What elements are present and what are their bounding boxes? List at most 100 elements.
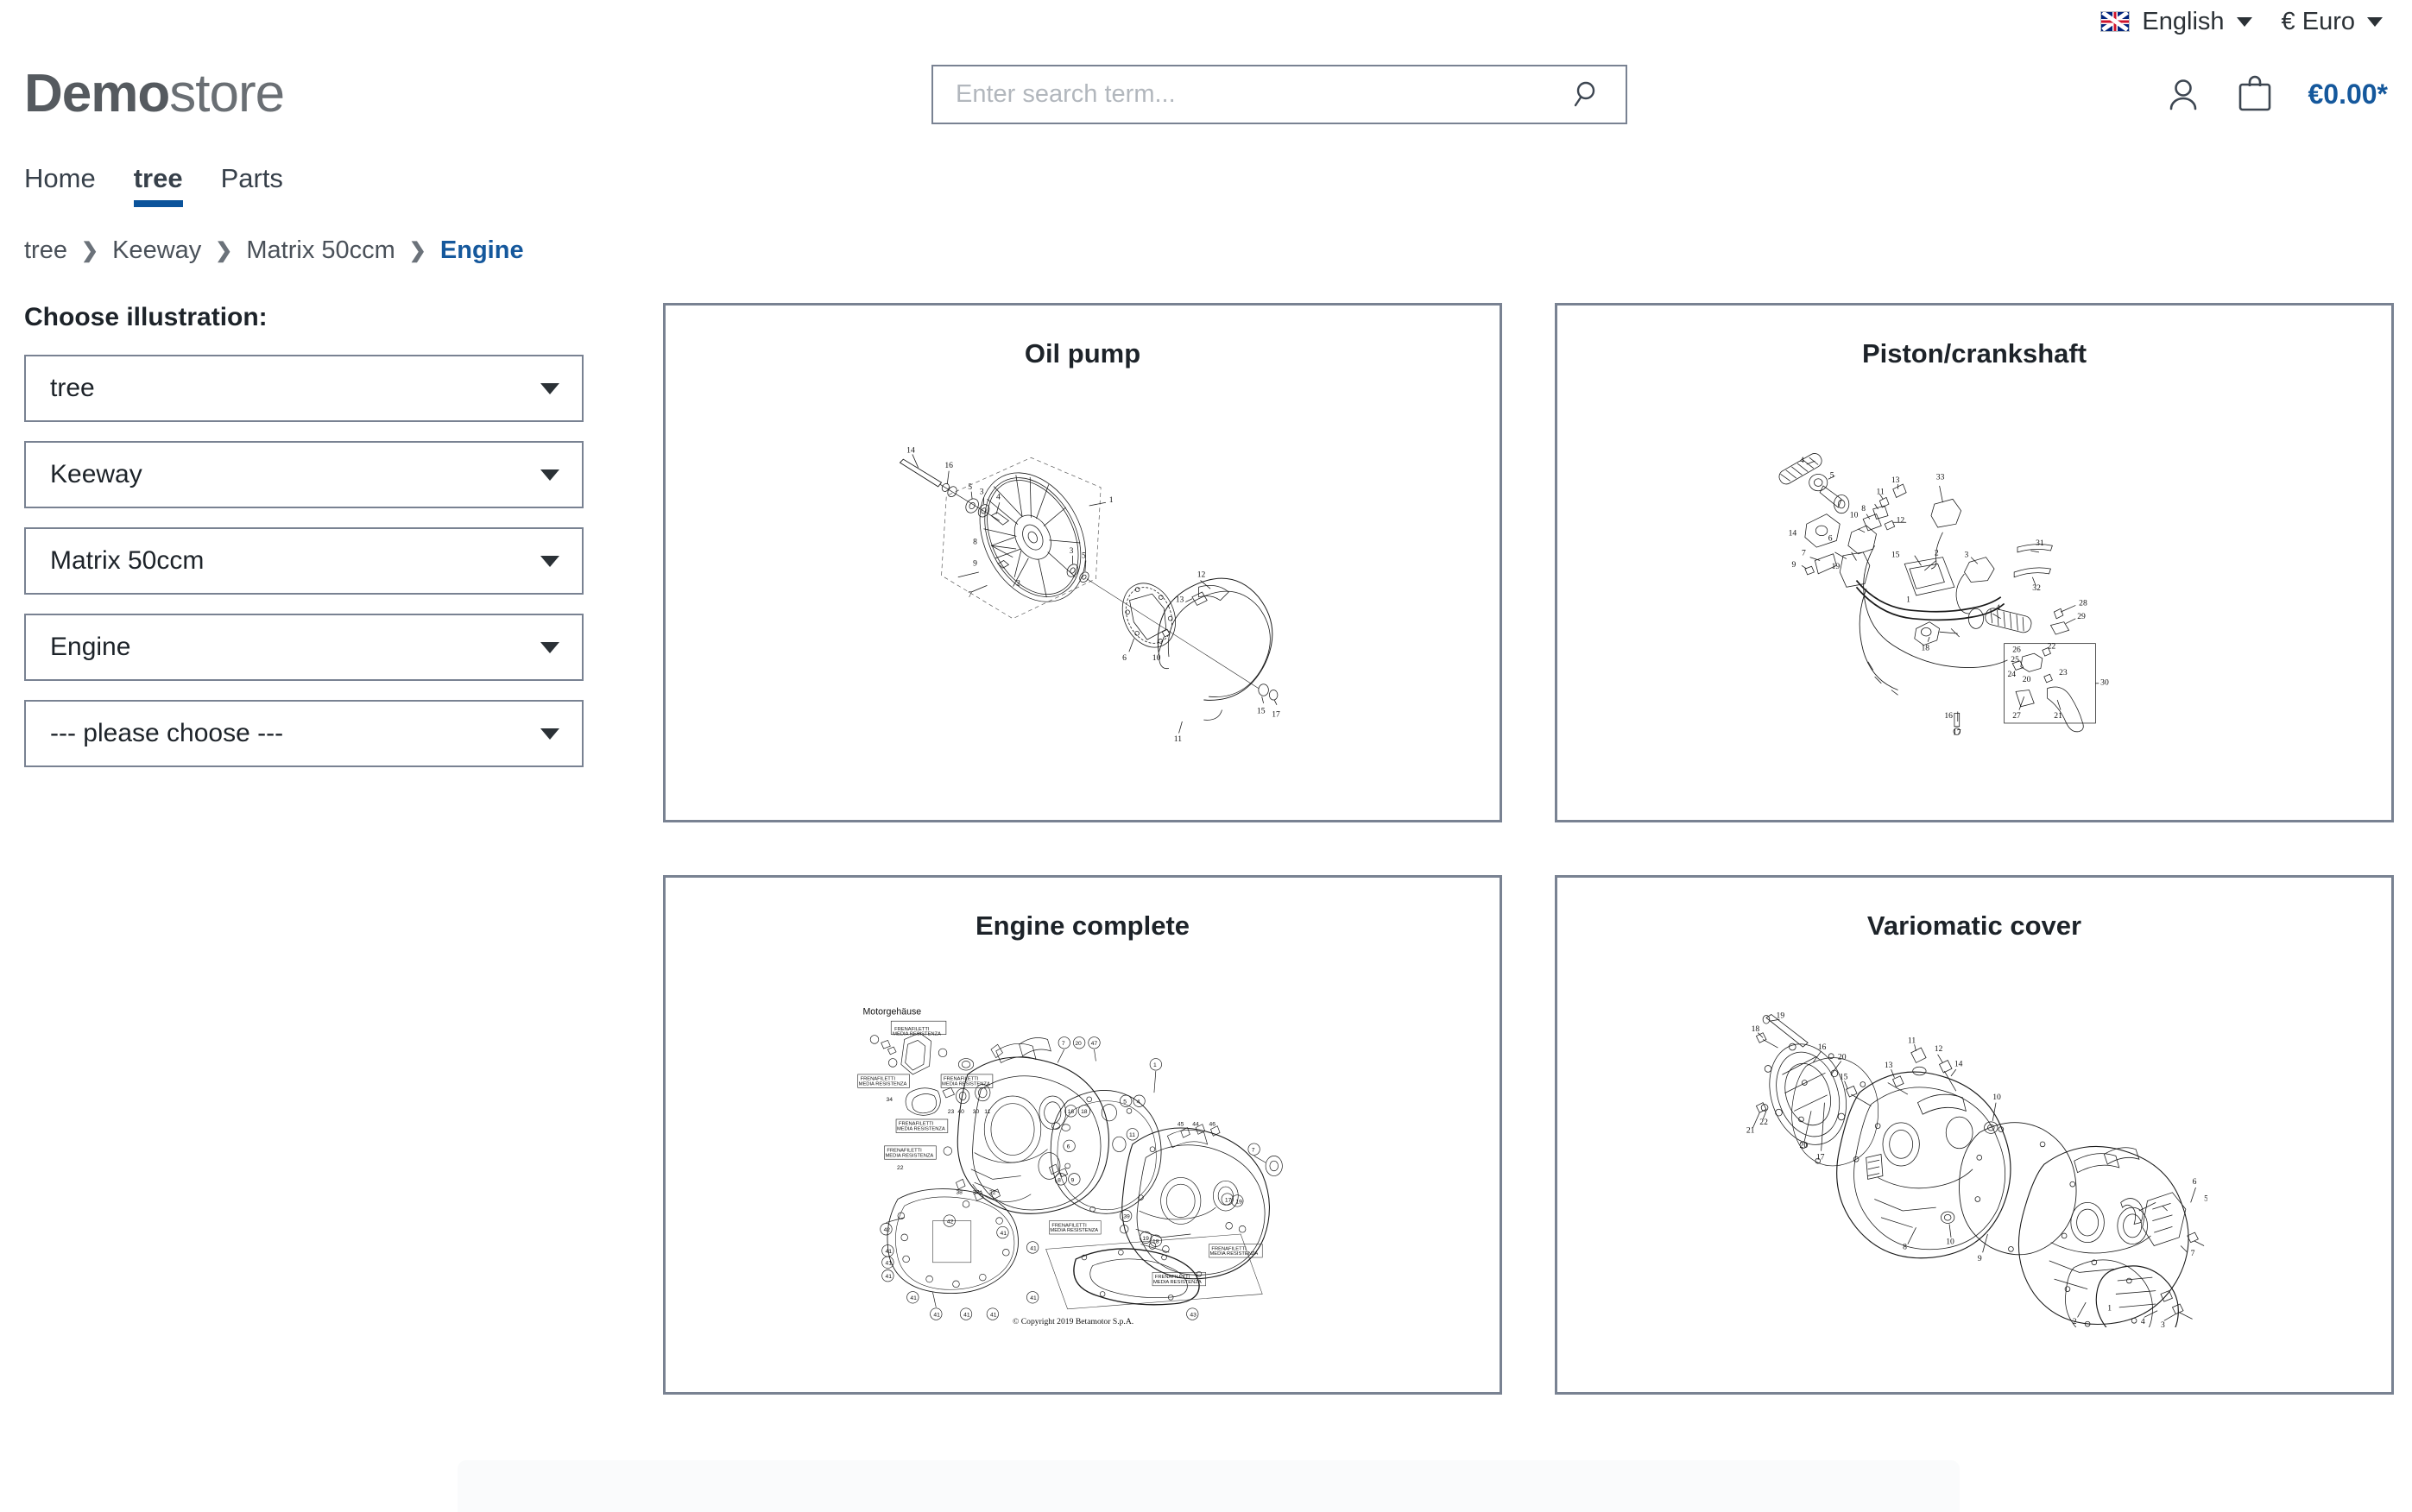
svg-text:MEDIA RESISTENZA: MEDIA RESISTENZA <box>893 1032 941 1037</box>
main-content: Choose illustration: tree Keeway Matrix … <box>0 265 2412 1395</box>
svg-text:45: 45 <box>1178 1122 1184 1128</box>
svg-text:15: 15 <box>1257 706 1266 715</box>
svg-text:5: 5 <box>2204 1194 2207 1203</box>
svg-text:47: 47 <box>1091 1041 1098 1047</box>
svg-text:21: 21 <box>1746 1125 1755 1135</box>
svg-text:23: 23 <box>948 1109 955 1115</box>
user-icon[interactable] <box>2164 75 2202 113</box>
breadcrumb: tree ❯ Keeway ❯ Matrix 50ccm ❯ Engine <box>0 207 2412 265</box>
card-title-variomatic-cover: Variomatic cover <box>1866 910 2082 941</box>
site-header: Demostore €0.00* <box>0 43 2412 145</box>
svg-text:11: 11 <box>1174 734 1182 744</box>
breadcrumb-item-matrix[interactable]: Matrix 50ccm <box>246 236 395 265</box>
svg-text:MEDIA RESISTENZA: MEDIA RESISTENZA <box>1153 1280 1202 1285</box>
svg-text:41: 41 <box>1030 1295 1037 1301</box>
svg-text:9: 9 <box>1071 1177 1075 1183</box>
svg-text:44: 44 <box>1192 1122 1199 1128</box>
svg-text:7: 7 <box>1062 1041 1065 1047</box>
svg-text:17: 17 <box>1816 1152 1825 1162</box>
svg-text:6: 6 <box>1122 653 1127 663</box>
chevron-right-icon: ❯ <box>215 239 233 262</box>
svg-text:21: 21 <box>2054 711 2062 721</box>
select-assembly-value: Engine <box>50 633 131 661</box>
svg-text:7: 7 <box>1802 549 1806 558</box>
shopping-bag-icon[interactable] <box>2235 75 2275 113</box>
svg-text:16: 16 <box>944 461 953 470</box>
language-selector[interactable]: English <box>2100 8 2252 36</box>
svg-text:41: 41 <box>933 1312 940 1318</box>
svg-text:15: 15 <box>1840 1073 1848 1082</box>
svg-text:8: 8 <box>1058 1177 1061 1183</box>
illustration-card[interactable]: Engine complete Motorgehäuse FRENAFILETT… <box>663 875 1502 1395</box>
select-tree-value: tree <box>50 374 95 402</box>
sidebar-title: Choose illustration: <box>24 303 268 331</box>
svg-text:7: 7 <box>968 590 972 600</box>
card-title-engine-complete: Engine complete <box>975 910 1190 941</box>
svg-text:11: 11 <box>1877 488 1885 497</box>
svg-text:7: 7 <box>1252 1148 1255 1154</box>
select-illustration[interactable]: --- please choose --- <box>24 700 584 767</box>
svg-text:25: 25 <box>2011 655 2019 665</box>
select-assembly[interactable]: Engine <box>24 614 584 681</box>
svg-text:29: 29 <box>2077 612 2086 621</box>
svg-text:10: 10 <box>1992 1093 2001 1102</box>
main-navigation: Home tree Parts <box>0 145 2412 207</box>
select-manufacturer[interactable]: Keeway <box>24 441 584 508</box>
search-box[interactable] <box>931 64 1627 124</box>
breadcrumb-item-keeway[interactable]: Keeway <box>112 236 201 265</box>
svg-text:MEDIA RESISTENZA: MEDIA RESISTENZA <box>897 1127 945 1132</box>
svg-text:15: 15 <box>1891 551 1900 560</box>
svg-text:41: 41 <box>910 1295 917 1301</box>
svg-text:1: 1 <box>1906 595 1910 605</box>
nav-item-parts[interactable]: Parts <box>202 165 302 207</box>
illustration-card[interactable]: Piston/crankshaft 4 5 11 13 12 8 10 14 6… <box>1555 303 2394 822</box>
select-model[interactable]: Matrix 50ccm <box>24 527 584 595</box>
select-illustration-value: --- please choose --- <box>50 719 284 747</box>
svg-text:19: 19 <box>1777 1011 1785 1020</box>
search-input[interactable] <box>956 79 1572 109</box>
breadcrumb-item-tree[interactable]: tree <box>24 236 67 265</box>
svg-text:14: 14 <box>1789 529 1797 539</box>
svg-text:19: 19 <box>1142 1236 1149 1242</box>
svg-text:13: 13 <box>1176 595 1184 605</box>
svg-text:1: 1 <box>2107 1304 2112 1314</box>
svg-text:16: 16 <box>1818 1043 1827 1052</box>
search-area <box>931 64 1627 124</box>
front-wheel-exploded-diagram: 14 16 534 135 897 2 6 10 12 13 15 17 11 <box>666 369 1500 820</box>
svg-text:31: 31 <box>2036 539 2044 548</box>
handlebar-assembly-exploded-diagram: 45 11 13 12 8 10 14 6 79 19 15 33 2 3 4 18 31 32 … <box>1557 369 2391 820</box>
site-logo[interactable]: Demostore <box>24 64 285 123</box>
svg-text:Motorgehäuse: Motorgehäuse <box>862 1006 921 1017</box>
card-title-piston-crankshaft: Piston/crankshaft <box>1861 338 2087 369</box>
illustration-card[interactable]: Variomatic cover 19 18 16 20 22 21 20 17… <box>1555 875 2394 1395</box>
select-model-value: Matrix 50ccm <box>50 546 205 575</box>
svg-text:2: 2 <box>1016 578 1020 588</box>
svg-text:33: 33 <box>1936 472 1945 482</box>
nav-item-tree[interactable]: tree <box>115 165 202 207</box>
variomatic-cover-exploded-diagram: 19 18 16 20 22 21 20 17 15 11 12 13 14 10 10 8 … <box>1557 942 2391 1392</box>
svg-text:37: 37 <box>973 1190 980 1196</box>
svg-text:10: 10 <box>1946 1238 1954 1247</box>
svg-text:41: 41 <box>1001 1231 1007 1237</box>
illustration-card[interactable]: Oil pump 14 16 5 3 4 1 3 5 8 9 7 2 6 10 … <box>663 303 1502 822</box>
svg-text:8: 8 <box>1903 1242 1907 1251</box>
svg-text:3: 3 <box>1964 551 1968 560</box>
select-tree[interactable]: tree <box>24 355 584 422</box>
nav-item-home[interactable]: Home <box>24 165 115 207</box>
search-icon[interactable] <box>1572 79 1603 110</box>
svg-text:MEDIA RESISTENZA: MEDIA RESISTENZA <box>886 1153 934 1158</box>
svg-text:17: 17 <box>1225 1197 1232 1203</box>
svg-text:28: 28 <box>2079 598 2087 608</box>
chevron-down-icon <box>540 469 559 481</box>
svg-text:39: 39 <box>1123 1214 1130 1220</box>
svg-text:12: 12 <box>1197 570 1206 580</box>
svg-text:MEDIA RESISTENZA: MEDIA RESISTENZA <box>1210 1251 1259 1257</box>
logo-light-text: store <box>169 64 285 123</box>
cart-total[interactable]: €0.00* <box>2308 79 2388 110</box>
svg-text:26: 26 <box>2012 645 2021 654</box>
chevron-down-icon <box>540 382 559 394</box>
svg-text:11: 11 <box>1908 1036 1916 1045</box>
currency-selector[interactable]: € Euro <box>2282 8 2383 36</box>
svg-text:18: 18 <box>1921 643 1929 652</box>
svg-text:5: 5 <box>1830 470 1834 480</box>
